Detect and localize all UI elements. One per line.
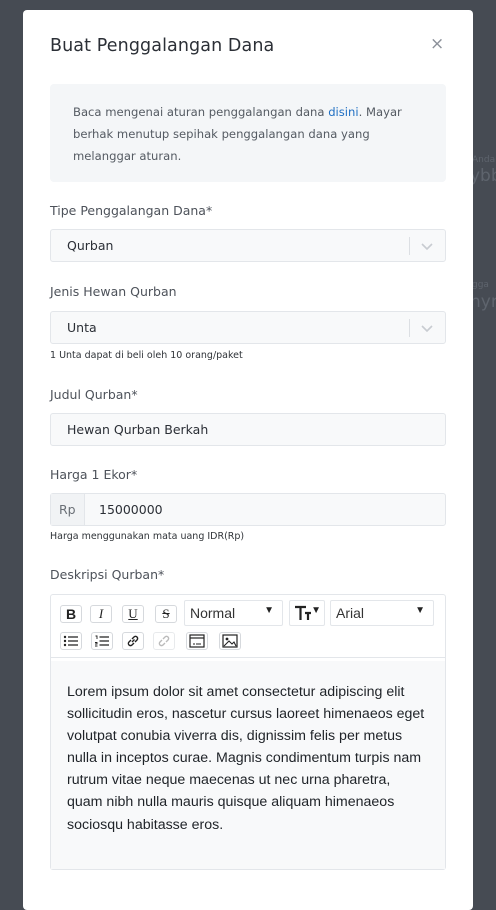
type-select[interactable]: Qurban xyxy=(50,229,446,262)
text-size-select[interactable]: ▼ xyxy=(289,600,325,626)
editor-toolbar: B I U S Normal ▼ ▼ Arial ▼ xyxy=(51,595,445,658)
font-value: Arial xyxy=(336,605,365,621)
price-hint: Harga menggunakan mata uang IDR(Rp) xyxy=(50,531,245,542)
strikethrough-button[interactable]: S xyxy=(155,605,177,623)
background-text: Anda xyxy=(472,155,496,165)
price-input[interactable]: Rp 15000000 xyxy=(50,493,446,526)
caret-down-icon: ▼ xyxy=(264,605,274,616)
currency-prefix-text: Rp xyxy=(59,502,76,517)
background-text: gga xyxy=(472,280,489,290)
title-input[interactable]: Hewan Qurban Berkah xyxy=(50,413,446,446)
numbered-list-icon[interactable] xyxy=(91,632,113,650)
type-value: Qurban xyxy=(67,238,114,253)
price-value: 15000000 xyxy=(99,502,163,517)
bold-button[interactable]: B xyxy=(60,605,82,623)
rich-text-editor: B I U S Normal ▼ ▼ Arial ▼ Lorem ipsum d… xyxy=(50,594,446,870)
format-value: Normal xyxy=(190,605,236,621)
editor-content[interactable]: Lorem ipsum dolor sit amet consectetur a… xyxy=(51,661,445,869)
chevron-down-icon[interactable] xyxy=(420,237,434,259)
description-label: Deskripsi Qurban* xyxy=(50,567,165,582)
select-separator xyxy=(409,237,410,255)
unlink-icon[interactable] xyxy=(153,632,175,650)
bullet-list-icon[interactable] xyxy=(60,632,82,650)
animal-type-select[interactable]: Unta xyxy=(50,311,446,344)
underline-button[interactable]: U xyxy=(122,605,144,623)
background-text: hyr xyxy=(470,292,496,312)
chevron-down-icon[interactable] xyxy=(420,319,434,341)
type-label: Tipe Penggalangan Dana* xyxy=(50,203,213,218)
title-value: Hewan Qurban Berkah xyxy=(67,422,209,437)
embed-icon[interactable] xyxy=(186,632,208,650)
title-label: Judul Qurban* xyxy=(50,387,138,402)
select-separator xyxy=(409,319,410,337)
close-icon[interactable]: × xyxy=(430,34,444,54)
image-icon[interactable] xyxy=(219,632,241,650)
font-select[interactable]: Arial ▼ xyxy=(330,600,434,626)
animal-type-hint: 1 Unta dapat di beli oleh 10 orang/paket xyxy=(50,350,243,361)
text-size-icon xyxy=(293,604,313,625)
format-select[interactable]: Normal ▼ xyxy=(184,600,283,626)
animal-type-label: Jenis Hewan Qurban xyxy=(50,284,177,299)
currency-prefix: Rp xyxy=(51,494,85,525)
link-icon[interactable] xyxy=(122,632,144,650)
italic-button[interactable]: I xyxy=(90,605,112,623)
rules-link[interactable]: disini xyxy=(328,105,358,119)
animal-type-value: Unta xyxy=(67,320,97,335)
info-text: Baca mengenai aturan penggalangan dana xyxy=(73,105,329,119)
background-text: ybb xyxy=(470,166,496,186)
create-fundraising-modal: Buat Penggalangan Dana × Baca mengenai a… xyxy=(23,10,473,910)
price-label: Harga 1 Ekor* xyxy=(50,467,138,482)
info-box: Baca mengenai aturan penggalangan dana d… xyxy=(50,84,446,182)
caret-down-icon: ▼ xyxy=(415,605,425,616)
modal-title: Buat Penggalangan Dana xyxy=(50,36,275,56)
caret-down-icon: ▼ xyxy=(311,605,321,616)
